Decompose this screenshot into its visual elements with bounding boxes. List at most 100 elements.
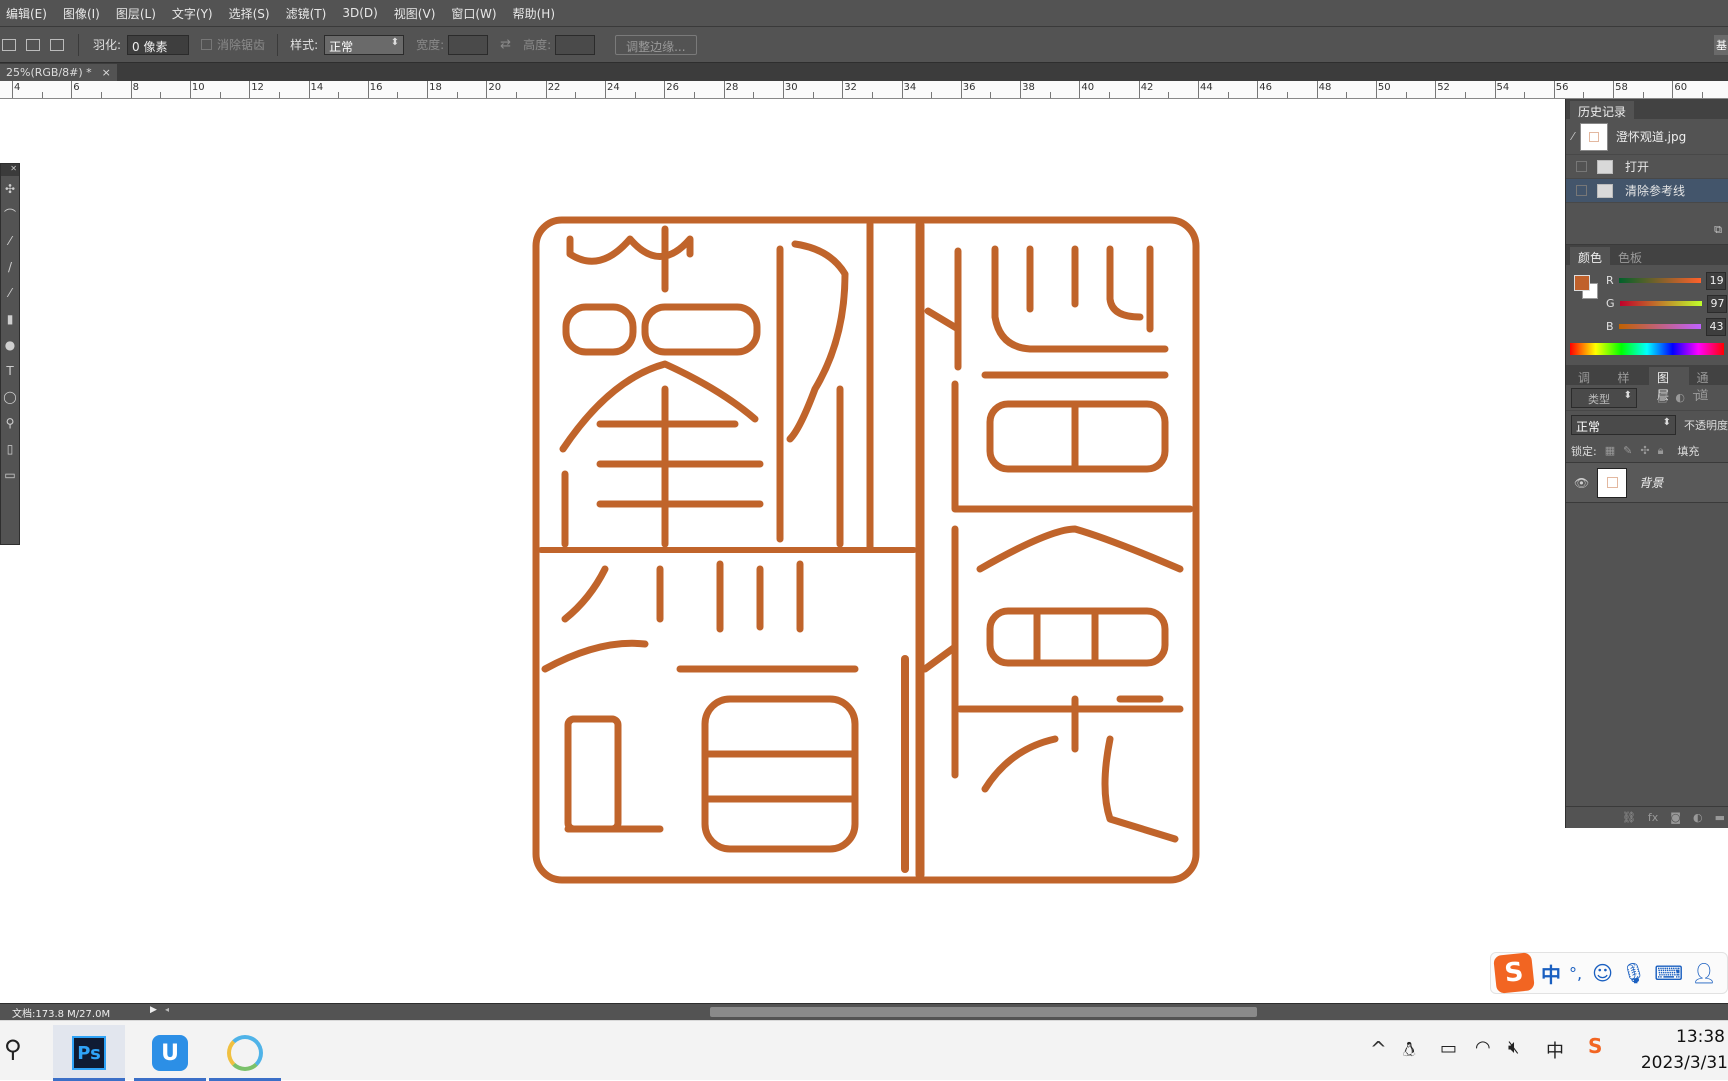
type-tool-icon[interactable]: T bbox=[1, 358, 19, 384]
shape-tool-icon[interactable]: ◯ bbox=[1, 384, 19, 410]
menu-edit[interactable]: 编辑(E) bbox=[6, 5, 47, 22]
keyboard-icon[interactable]: ⌨ bbox=[1654, 961, 1683, 985]
history-brush-source-icon[interactable]: ⁄ bbox=[1572, 130, 1574, 143]
ruler-tick bbox=[368, 81, 369, 98]
menu-select[interactable]: 选择(S) bbox=[229, 5, 270, 22]
antialias-checkbox[interactable] bbox=[201, 39, 212, 50]
history-brush-icon[interactable]: ⁄ bbox=[1, 280, 19, 306]
punctuation-toggle[interactable]: °, bbox=[1569, 964, 1582, 983]
lock-move-icon[interactable]: ✣ bbox=[1640, 444, 1649, 457]
clock-date[interactable]: 2023/3/31 bbox=[1630, 1053, 1728, 1073]
fx-icon[interactable]: fx bbox=[1648, 811, 1658, 824]
taskbar-photoshop[interactable]: Ps bbox=[53, 1025, 125, 1081]
width-input[interactable] bbox=[448, 35, 488, 55]
adjustment-layer-icon[interactable]: ◐ bbox=[1693, 811, 1703, 824]
filter-type-icon[interactable]: T bbox=[1693, 391, 1700, 404]
foreground-color-swatch[interactable] bbox=[1574, 275, 1590, 291]
add-selection-icon[interactable] bbox=[26, 39, 40, 51]
style-select[interactable]: 正常 bbox=[324, 35, 404, 55]
workspace-button[interactable]: 基 bbox=[1714, 35, 1728, 55]
input-language[interactable]: 中 bbox=[1546, 1037, 1564, 1063]
new-snapshot-icon[interactable]: ⧉ bbox=[1566, 203, 1728, 245]
menu-layer[interactable]: 图层(L) bbox=[116, 5, 156, 22]
ruler-number: 10 bbox=[192, 82, 205, 93]
tab-layers[interactable]: 图层 bbox=[1649, 367, 1689, 385]
intersect-selection-icon[interactable] bbox=[50, 39, 64, 51]
tab-color[interactable]: 颜色 bbox=[1570, 247, 1610, 265]
lock-pixels-icon[interactable]: ▦ bbox=[1605, 444, 1615, 457]
screen-mode-icon[interactable]: ▭ bbox=[1, 462, 19, 488]
lock-all-icon[interactable]: 🔒︎ bbox=[1658, 444, 1664, 458]
sogou-logo-icon[interactable]: S bbox=[1493, 952, 1535, 994]
sogou-tray-icon[interactable]: S bbox=[1588, 1034, 1602, 1058]
swap-icon[interactable]: ⇄ bbox=[500, 37, 511, 52]
feather-input[interactable]: 0 像素 bbox=[127, 35, 189, 55]
blend-mode-select[interactable]: 正常 bbox=[1571, 415, 1676, 435]
ime-mode-toggle[interactable]: 中 bbox=[1541, 959, 1561, 988]
mask-icon[interactable]: ◙ bbox=[1670, 811, 1681, 824]
emoji-icon[interactable]: ☺ bbox=[1592, 961, 1613, 985]
clock-time[interactable]: 13:38 bbox=[1630, 1027, 1725, 1047]
horizontal-scrollbar-thumb[interactable] bbox=[710, 1007, 1257, 1017]
history-item-selected[interactable]: 清除参考线 bbox=[1566, 179, 1728, 203]
gradient-tool-icon[interactable]: ▮ bbox=[1, 306, 19, 332]
refine-edge-button[interactable]: 调整边缘... bbox=[615, 35, 696, 55]
search-icon[interactable]: ⚲ bbox=[4, 1035, 22, 1063]
tray-expand-icon[interactable]: ^ bbox=[1370, 1037, 1387, 1061]
new-selection-icon[interactable] bbox=[2, 39, 16, 51]
channel-b-value[interactable]: 43 bbox=[1706, 318, 1726, 336]
link-icon[interactable]: ⛓︎ bbox=[1622, 811, 1636, 824]
tab-channels[interactable]: 通道 bbox=[1689, 367, 1728, 385]
scroll-left-icon[interactable]: ◂ bbox=[165, 1005, 169, 1014]
wifi-icon[interactable]: ◠ bbox=[1475, 1037, 1491, 1058]
folder-icon[interactable]: ▬ bbox=[1715, 811, 1725, 824]
user-icon[interactable]: 👤︎ bbox=[1691, 961, 1716, 985]
dodge-tool-icon[interactable]: ● bbox=[1, 332, 19, 358]
layer-row[interactable]: 👁︎ 背景 bbox=[1566, 463, 1728, 503]
filter-pixel-icon[interactable]: ▣ bbox=[1657, 391, 1667, 404]
channel-r-value[interactable]: 19 bbox=[1706, 272, 1726, 290]
taskbar-app-u[interactable]: U bbox=[134, 1025, 206, 1081]
menu-3d[interactable]: 3D(D) bbox=[342, 6, 377, 20]
tab-styles[interactable]: 样式 bbox=[1610, 367, 1650, 385]
channel-g-slider[interactable] bbox=[1620, 301, 1702, 306]
tab-history[interactable]: 历史记录 bbox=[1570, 101, 1634, 119]
eyedropper-tool-icon[interactable]: ⁄ bbox=[1, 228, 19, 254]
taskbar-app-swirl[interactable] bbox=[209, 1025, 281, 1081]
status-menu-arrow-icon[interactable]: ▶ bbox=[150, 1005, 157, 1015]
menu-image[interactable]: 图像(I) bbox=[63, 5, 100, 22]
volume-muted-icon[interactable]: 🔇︎ bbox=[1508, 1037, 1519, 1058]
layer-filter-select[interactable]: 类型 bbox=[1571, 388, 1637, 408]
color-swatch-icon[interactable]: ▯ bbox=[1, 436, 19, 462]
tab-swatches[interactable]: 色板 bbox=[1610, 247, 1650, 265]
document-canvas[interactable] bbox=[0, 99, 1565, 1003]
history-snapshot[interactable]: ⁄ 澄怀观道.jpg bbox=[1566, 119, 1728, 155]
qq-tray-icon[interactable]: 🐧︎ bbox=[1403, 1037, 1415, 1064]
close-icon[interactable]: ✕ bbox=[1, 164, 19, 176]
history-item[interactable]: 打开 bbox=[1566, 155, 1728, 179]
move-tool-icon[interactable]: ✣ bbox=[1, 176, 19, 202]
filter-adjust-icon[interactable]: ◐ bbox=[1675, 391, 1685, 404]
height-input[interactable] bbox=[555, 35, 595, 55]
close-icon[interactable]: × bbox=[102, 66, 111, 79]
menu-type[interactable]: 文字(Y) bbox=[172, 5, 213, 22]
brush-tool-icon[interactable]: / bbox=[1, 254, 19, 280]
tab-adjustments[interactable]: 调整 bbox=[1570, 367, 1610, 385]
menu-filter[interactable]: 滤镜(T) bbox=[286, 5, 327, 22]
microphone-icon[interactable]: 🎙︎ bbox=[1621, 961, 1646, 985]
document-tab[interactable]: 25%(RGB/8#) * × bbox=[0, 64, 117, 81]
photoshop-icon: Ps bbox=[72, 1036, 106, 1070]
menu-help[interactable]: 帮助(H) bbox=[513, 5, 555, 22]
channel-g-value[interactable]: 97 bbox=[1707, 295, 1727, 313]
menu-view[interactable]: 视图(V) bbox=[394, 5, 436, 22]
battery-icon[interactable]: ▭ bbox=[1440, 1038, 1457, 1059]
zoom-tool-icon[interactable]: ⚲ bbox=[1, 410, 19, 436]
ruler-tick bbox=[338, 92, 339, 98]
color-ramp[interactable] bbox=[1570, 343, 1724, 355]
visibility-eye-icon[interactable]: 👁︎ bbox=[1574, 476, 1589, 490]
channel-r-slider[interactable] bbox=[1619, 278, 1701, 283]
channel-b-slider[interactable] bbox=[1619, 324, 1701, 329]
lasso-tool-icon[interactable]: ⌒ bbox=[1, 202, 19, 228]
menu-window[interactable]: 窗口(W) bbox=[451, 5, 496, 22]
lock-paint-icon[interactable]: ✎ bbox=[1623, 444, 1632, 457]
